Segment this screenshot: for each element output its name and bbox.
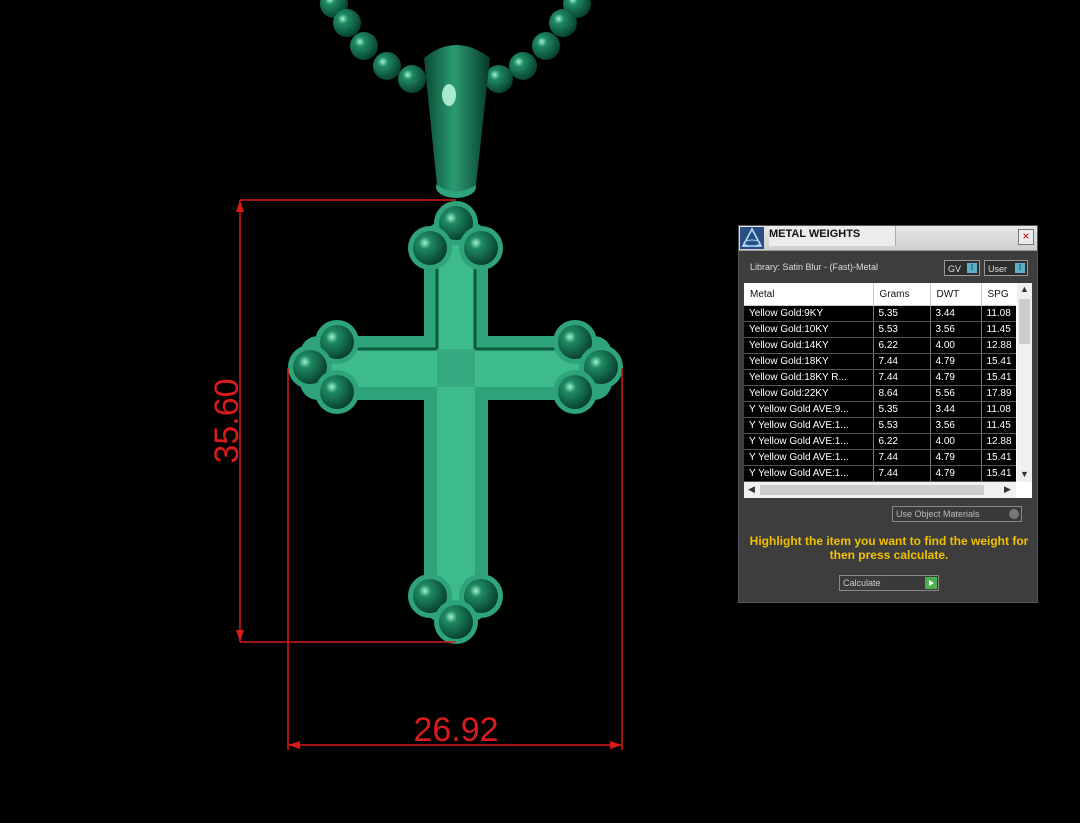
table-cell: 4.79 xyxy=(930,369,982,386)
table-cell: 5.56 xyxy=(930,385,982,402)
table-cell: 5.53 xyxy=(873,321,931,338)
toggle-knob-icon: I xyxy=(1015,263,1025,273)
width-dimension-label: 26.92 xyxy=(413,711,498,749)
table-cell: 4.00 xyxy=(930,337,982,354)
table-row[interactable]: Yellow Gold:9KY 5.35 3.44 11.08 xyxy=(744,305,1016,322)
use-object-materials-label: Use Object Materials xyxy=(896,509,980,519)
gv-toggle-label: GV xyxy=(948,264,962,274)
table-cell: Yellow Gold:18KY R... xyxy=(744,369,874,386)
column-header-metal[interactable]: Metal xyxy=(744,283,874,306)
scroll-down-icon[interactable]: ▼ xyxy=(1017,469,1032,479)
radio-icon xyxy=(1009,509,1019,519)
app-logo-icon xyxy=(740,227,764,249)
table-cell: 4.00 xyxy=(930,433,982,450)
user-toggle-label: User xyxy=(988,264,1008,274)
table-cell: Y Yellow Gold AVE:1... xyxy=(744,417,874,434)
cross-pendant xyxy=(288,201,623,644)
toggle-knob-icon: I xyxy=(967,263,977,273)
scroll-up-icon[interactable]: ▲ xyxy=(1017,284,1032,294)
instruction-text: Highlight the item you want to find the … xyxy=(749,534,1029,562)
table-cell: Yellow Gold:18KY xyxy=(744,353,874,370)
table-cell: 3.56 xyxy=(930,417,982,434)
table-row[interactable]: Yellow Gold:10KY 5.53 3.56 11.45 xyxy=(744,321,1016,338)
table-cell: 5.35 xyxy=(873,305,931,322)
scroll-thumb[interactable] xyxy=(1019,299,1030,344)
table-cell: 6.22 xyxy=(873,433,931,450)
close-icon[interactable]: × xyxy=(1018,229,1034,245)
table-cell: 15.41 xyxy=(981,449,1016,466)
table-cell: 17.89 xyxy=(981,385,1016,402)
calculate-label: Calculate xyxy=(843,578,881,588)
table-cell: 7.44 xyxy=(873,449,931,466)
play-icon xyxy=(925,577,937,589)
table-cell: Yellow Gold:9KY xyxy=(744,305,874,322)
calculate-button[interactable]: Calculate xyxy=(839,575,939,591)
table-cell: 6.22 xyxy=(873,337,931,354)
table-row[interactable]: Y Yellow Gold AVE:1... 7.44 4.79 15.41 xyxy=(744,465,1016,482)
table-cell: 8.64 xyxy=(873,385,931,402)
table-cell: 7.44 xyxy=(873,353,931,370)
table-cell: 3.56 xyxy=(930,321,982,338)
table-row[interactable]: Yellow Gold:14KY 6.22 4.00 12.88 xyxy=(744,337,1016,354)
table-cell: 11.08 xyxy=(981,305,1016,322)
table-cell: Y Yellow Gold AVE:1... xyxy=(744,465,874,482)
table-row[interactable]: Y Yellow Gold AVE:9... 5.35 3.44 11.08 xyxy=(744,401,1016,418)
table-cell: 12.88 xyxy=(981,337,1016,354)
table-cell: 12.88 xyxy=(981,433,1016,450)
column-header-dwt[interactable]: DWT xyxy=(930,283,982,306)
table-row[interactable]: Yellow Gold:18KY R... 7.44 4.79 15.41 xyxy=(744,369,1016,386)
table-cell: Y Yellow Gold AVE:9... xyxy=(744,401,874,418)
user-toggle[interactable]: User I xyxy=(984,260,1028,276)
table-row[interactable]: Yellow Gold:18KY 7.44 4.79 15.41 xyxy=(744,353,1016,370)
library-label: Library: Satin Blur - (Fast)-Metal xyxy=(750,262,879,272)
table-cell: 11.45 xyxy=(981,321,1016,338)
table-row[interactable]: Yellow Gold:22KY 8.64 5.56 17.89 xyxy=(744,385,1016,402)
scroll-right-icon[interactable]: ▶ xyxy=(1000,484,1015,495)
table-cell: Yellow Gold:22KY xyxy=(744,385,874,402)
vertical-scrollbar[interactable]: ▲ ▼ xyxy=(1017,283,1032,482)
table-cell: 4.79 xyxy=(930,465,982,482)
table-cell: Y Yellow Gold AVE:1... xyxy=(744,433,874,450)
panel-titlebar[interactable]: METAL WEIGHTS × xyxy=(739,226,1037,251)
metal-weights-panel: METAL WEIGHTS × Library: Satin Blur - (F… xyxy=(738,225,1038,603)
table-cell: Yellow Gold:14KY xyxy=(744,337,874,354)
table-cell: 3.44 xyxy=(930,305,982,322)
table-cell: 7.44 xyxy=(873,465,931,482)
table-cell: 15.41 xyxy=(981,369,1016,386)
metal-table: Metal Grams DWT SPG Yellow Gold:9KY 5.35 3… xyxy=(744,283,1032,498)
scroll-left-icon[interactable]: ◀ xyxy=(744,484,759,495)
use-object-materials-toggle[interactable]: Use Object Materials xyxy=(892,506,1022,522)
column-header-grams[interactable]: Grams xyxy=(873,283,931,306)
table-cell: 11.45 xyxy=(981,417,1016,434)
gv-toggle[interactable]: GV I xyxy=(944,260,980,276)
table-cell: Yellow Gold:10KY xyxy=(744,321,874,338)
table-cell: 7.44 xyxy=(873,369,931,386)
horizontal-scrollbar[interactable]: ◀ ▶ xyxy=(744,482,1016,498)
table-row[interactable]: Y Yellow Gold AVE:1... 6.22 4.00 12.88 xyxy=(744,433,1016,450)
scroll-thumb[interactable] xyxy=(760,485,984,495)
table-cell: 4.79 xyxy=(930,449,982,466)
bail xyxy=(424,45,490,198)
table-row[interactable]: Y Yellow Gold AVE:1... 7.44 4.79 15.41 xyxy=(744,449,1016,466)
table-cell: 15.41 xyxy=(981,465,1016,482)
table-cell: 4.79 xyxy=(930,353,982,370)
table-cell: 5.35 xyxy=(873,401,931,418)
table-cell: 3.44 xyxy=(930,401,982,418)
table-cell: 11.08 xyxy=(981,401,1016,418)
table-cell: Y Yellow Gold AVE:1... xyxy=(744,449,874,466)
table-cell: 5.53 xyxy=(873,417,931,434)
column-header-spg[interactable]: SPG xyxy=(981,283,1016,306)
panel-title: METAL WEIGHTS xyxy=(769,226,896,246)
height-dimension-label: 35.60 xyxy=(208,378,246,463)
table-cell: 15.41 xyxy=(981,353,1016,370)
table-header-row: Metal Grams DWT SPG xyxy=(744,283,1016,306)
table-row[interactable]: Y Yellow Gold AVE:1... 5.53 3.56 11.45 xyxy=(744,417,1016,434)
